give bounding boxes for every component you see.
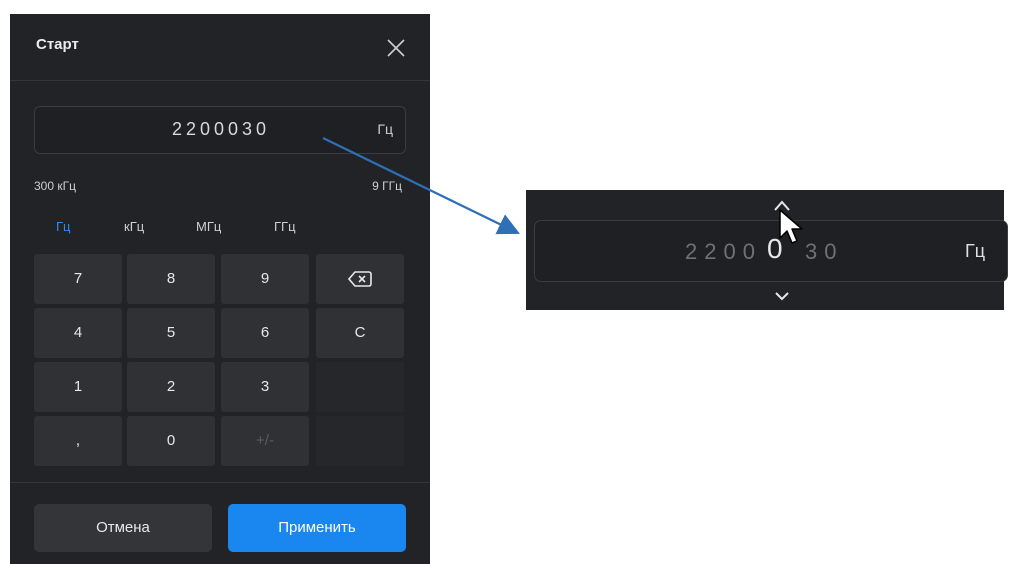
apply-button[interactable]: Применить (228, 504, 406, 552)
unit-tab-khz[interactable]: кГц (124, 219, 144, 234)
zoomed-value-field-panel: 2200 0 30 Гц (526, 190, 1008, 310)
close-icon (387, 39, 405, 57)
zoom-digits-after: 30 (805, 239, 844, 264)
key-clear[interactable]: C (316, 308, 404, 358)
backspace-icon (347, 271, 372, 287)
zoom-active-digit[interactable]: 0 (767, 233, 783, 265)
key-6[interactable]: 6 (221, 308, 309, 358)
key-2[interactable]: 2 (127, 362, 215, 412)
keypad-blank (316, 362, 404, 412)
key-8[interactable]: 8 (127, 254, 215, 304)
frequency-value: 2200030 (171, 119, 271, 139)
increment-digit-button[interactable] (771, 196, 793, 216)
chevron-down-icon (775, 292, 789, 301)
key-0[interactable]: 0 (127, 416, 215, 466)
zoom-unit: Гц (965, 241, 986, 261)
key-3[interactable]: 3 (221, 362, 309, 412)
chevron-up-icon (774, 200, 790, 211)
footer-divider (10, 482, 430, 483)
range-min-label: 300 кГц (34, 179, 76, 193)
start-frequency-dialog: Старт 2200030 Гц 300 кГц 9 ГГц Гц кГц МГ… (10, 14, 430, 564)
range-max-label: 9 ГГц (372, 179, 402, 193)
key-4[interactable]: 4 (34, 308, 122, 358)
key-sign[interactable]: +/- (221, 416, 309, 466)
key-9[interactable]: 9 (221, 254, 309, 304)
close-button[interactable] (382, 34, 410, 62)
zoomed-value-field[interactable]: 2200 0 30 Гц (534, 220, 1008, 282)
unit-tab-ghz[interactable]: ГГц (274, 219, 296, 234)
key-7[interactable]: 7 (34, 254, 122, 304)
dialog-title: Старт (36, 36, 79, 53)
decrement-digit-button[interactable] (771, 288, 793, 304)
frequency-value-field[interactable]: 2200030 Гц (34, 106, 406, 154)
key-comma[interactable]: , (34, 416, 122, 466)
unit-tab-mhz[interactable]: МГц (196, 219, 221, 234)
zoom-digits-before: 2200 (685, 239, 762, 264)
unit-tab-hz[interactable]: Гц (56, 219, 71, 234)
frequency-unit: Гц (377, 121, 393, 137)
keypad-blank (316, 416, 404, 466)
key-1[interactable]: 1 (34, 362, 122, 412)
backspace-button[interactable] (316, 254, 404, 304)
cancel-button[interactable]: Отмена (34, 504, 212, 552)
dialog-header: Старт (10, 14, 430, 81)
key-5[interactable]: 5 (127, 308, 215, 358)
